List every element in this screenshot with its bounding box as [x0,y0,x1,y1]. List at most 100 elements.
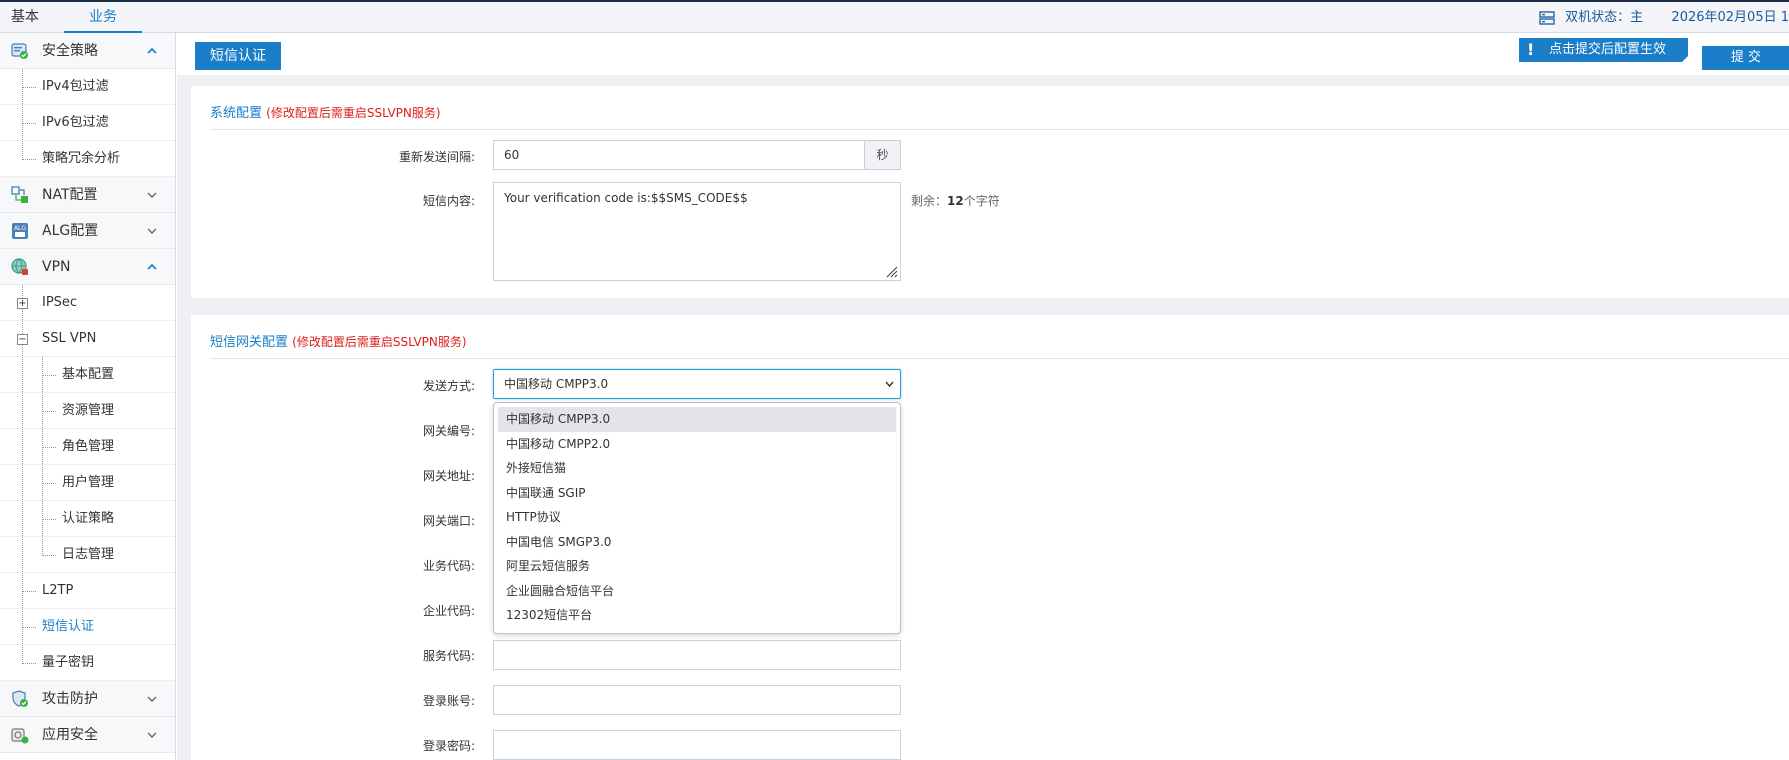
sidebar-item-label: IPv4包过滤 [42,79,109,94]
dropdown-option[interactable]: 12302短信平台 [494,603,900,628]
sidebar-item-l2tp[interactable]: L2TP [0,573,175,609]
dropdown-option[interactable]: 外接短信猫 [494,456,900,481]
tab-business[interactable]: 业务 [64,2,142,33]
sms-content-label: 短信内容: [422,194,475,208]
sidebar-item-label: IPv6包过滤 [42,115,109,130]
seconds-unit: 秒 [864,140,901,170]
top-bar: 基本 业务 双机状态：主 2026年02月05日 1 [0,0,1789,33]
sidebar-item-label: 用户管理 [62,475,115,490]
gateway-config-panel: 短信网关配置 (修改配置后需重启SSLVPN服务) 发送方式: 网关编号: 网关… [191,315,1789,760]
sidebar-item-ssl-auth-policy[interactable]: 认证策略 [0,501,175,537]
login-account-label: 登录账号: [422,694,475,708]
sidebar-item-quantum-key[interactable]: 量子密钥 [0,645,175,681]
notice-text: 点击提交后配置生效 [1549,42,1667,57]
chevron-down-icon [147,732,157,738]
enterprise-code-label: 企业代码: [422,604,475,618]
remaining-count: 12 [947,194,964,208]
system-date: 2026年02月05日 1 [1671,10,1789,25]
sms-content-textarea[interactable]: Your verification code is:$$SMS_CODE$$ [493,182,901,281]
sidebar-group-label: 攻击防护 [42,691,98,707]
service-code-input[interactable] [493,640,901,670]
panel-title-text: 短信网关配置 [210,335,289,350]
send-method-dropdown: 中国移动 CMPP3.0 中国移动 CMPP2.0 外接短信猫 中国联通 SGI… [493,402,901,634]
dropdown-option[interactable]: 中国联通 SGIP [494,481,900,506]
sidebar-group-vpn[interactable]: VPN [0,249,175,285]
dropdown-option[interactable]: 中国移动 CMPP2.0 [494,432,900,457]
apply-notice: ! 点击提交后配置生效 [1519,38,1690,63]
sidebar-item-ssl-users[interactable]: 用户管理 [0,465,175,501]
sidebar-group-nat[interactable]: NAT配置 [0,177,175,213]
main-toolbar: 短信认证 ! 点击提交后配置生效 提 交 [177,33,1789,75]
send-method-value: 中国移动 CMPP3.0 [504,377,609,391]
sidebar-group-alg[interactable]: ALG ALG配置 [0,213,175,249]
sidebar-item-sms-auth[interactable]: 短信认证 [0,609,175,645]
main-content: 短信认证 ! 点击提交后配置生效 提 交 系统配置 (修改配置后需重启SSLVP… [177,33,1789,760]
sidebar-item-label: 角色管理 [62,439,115,454]
alg-icon: ALG [12,223,28,239]
sidebar: 安全策略 IPv4包过滤 IPv6包过滤 策略冗余分析 NAT配置 ALG AL… [0,33,176,760]
sidebar-group-security-policy[interactable]: 安全策略 [0,33,175,69]
chevron-down-icon [147,696,157,702]
sidebar-item-policy-redundancy[interactable]: 策略冗余分析 [0,141,175,177]
send-method-label: 发送方式: [422,379,475,393]
system-config-panel: 系统配置 (修改配置后需重启SSLVPN服务) 重新发送间隔: 60 秒 短信内… [191,86,1789,298]
sidebar-group-label: VPN [42,259,71,275]
resend-interval-label: 重新发送间隔: [398,150,475,164]
remaining-suffix: 个字符 [963,194,1000,208]
panel-title-text: 系统配置 [210,106,263,121]
dropdown-option[interactable]: 中国移动 CMPP3.0 [498,407,896,432]
sidebar-item-label: 基本配置 [62,367,115,382]
tab-basic[interactable]: 基本 [0,2,50,33]
server-status-icon [1539,10,1555,25]
resend-interval-input[interactable]: 60 [493,140,865,170]
dropdown-option[interactable]: 企业圆融合短信平台 [494,579,900,604]
tab-sms-auth[interactable]: 短信认证 [195,42,281,70]
gateway-port-label: 网关端口: [422,514,475,528]
resize-handle-icon[interactable] [884,264,898,278]
sidebar-item-label: SSL VPN [42,331,97,346]
sidebar-item-ipv4-filter[interactable]: IPv4包过滤 [0,69,175,105]
sidebar-group-attack-defense[interactable]: 攻击防护 [0,681,175,717]
dropdown-option[interactable]: HTTP协议 [494,505,900,530]
panel-title: 短信网关配置 (修改配置后需重启SSLVPN服务) [210,331,467,350]
divider [210,129,1789,130]
collapse-minus-icon[interactable]: − [17,334,28,345]
nat-icon [11,186,28,203]
submit-button[interactable]: 提 交 [1702,46,1789,70]
restart-warning: (修改配置后需重启SSLVPN服务) [292,335,467,349]
send-method-select[interactable]: 中国移动 CMPP3.0 [493,369,901,399]
sidebar-group-label: NAT配置 [42,187,98,203]
sidebar-group-label: 应用安全 [42,727,98,743]
restart-warning: (修改配置后需重启SSLVPN服务) [266,106,441,120]
service-code-label: 服务代码: [422,649,475,663]
gateway-number-label: 网关编号: [422,424,475,438]
sms-content-text: Your verification code is:$$SMS_CODE$$ [504,191,748,205]
sidebar-item-ssl-roles[interactable]: 角色管理 [0,429,175,465]
login-password-input[interactable] [493,730,901,760]
sidebar-item-label: 短信认证 [42,619,95,634]
vpn-globe-icon [11,258,28,275]
business-code-label: 业务代码: [422,559,475,573]
sidebar-item-label: 量子密钥 [42,655,95,670]
sidebar-item-ssl-basic[interactable]: 基本配置 [0,357,175,393]
login-account-input[interactable] [493,685,901,715]
sidebar-item-label: L2TP [42,583,74,598]
dropdown-option[interactable]: 中国电信 SMGP3.0 [494,530,900,555]
sidebar-group-app-security[interactable]: 应用安全 [0,717,175,753]
exclamation-icon: ! [1527,40,1535,59]
ha-status: 双机状态：主 [1565,10,1644,25]
sidebar-item-ssl-logs[interactable]: 日志管理 [0,537,175,573]
sidebar-item-ipsec[interactable]: + IPSec [0,285,175,321]
sidebar-item-label: 日志管理 [62,547,115,562]
panel-title: 系统配置 (修改配置后需重启SSLVPN服务) [210,102,441,121]
sidebar-group-label: ALG配置 [42,223,99,239]
sidebar-item-label: IPSec [42,295,78,310]
sidebar-item-ipv6-filter[interactable]: IPv6包过滤 [0,105,175,141]
remaining-prefix: 剩余： [911,194,948,208]
sidebar-item-ssl-resources[interactable]: 资源管理 [0,393,175,429]
svg-text:ALG: ALG [14,225,26,232]
expand-plus-icon[interactable]: + [17,298,28,309]
sidebar-item-label: 认证策略 [62,511,115,526]
dropdown-option[interactable]: 阿里云短信服务 [494,554,900,579]
sidebar-item-sslvpn[interactable]: − SSL VPN [0,321,175,357]
